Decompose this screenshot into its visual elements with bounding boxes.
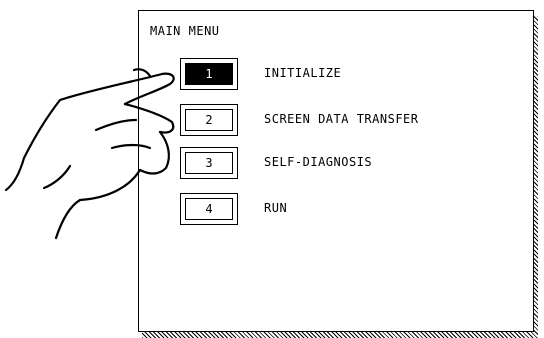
menu-item-label: RUN (264, 201, 288, 215)
menu-item-label: INITIALIZE (264, 66, 342, 80)
menu-title: MAIN MENU (150, 24, 220, 38)
menu-item-label: SCREEN DATA TRANSFER (264, 112, 419, 126)
menu-item-screen-data-transfer[interactable]: 2 SCREEN DATA TRANSFER (180, 104, 520, 138)
menu-item-label: SELF-DIAGNOSIS (264, 155, 373, 169)
menu-item-initialize[interactable]: 1 INITIALIZE (180, 58, 520, 92)
menu-item-run[interactable]: 4 RUN (180, 193, 520, 227)
menu-item-self-diagnosis[interactable]: 3 SELF-DIAGNOSIS (180, 147, 520, 181)
pointing-hand-icon (4, 68, 175, 240)
